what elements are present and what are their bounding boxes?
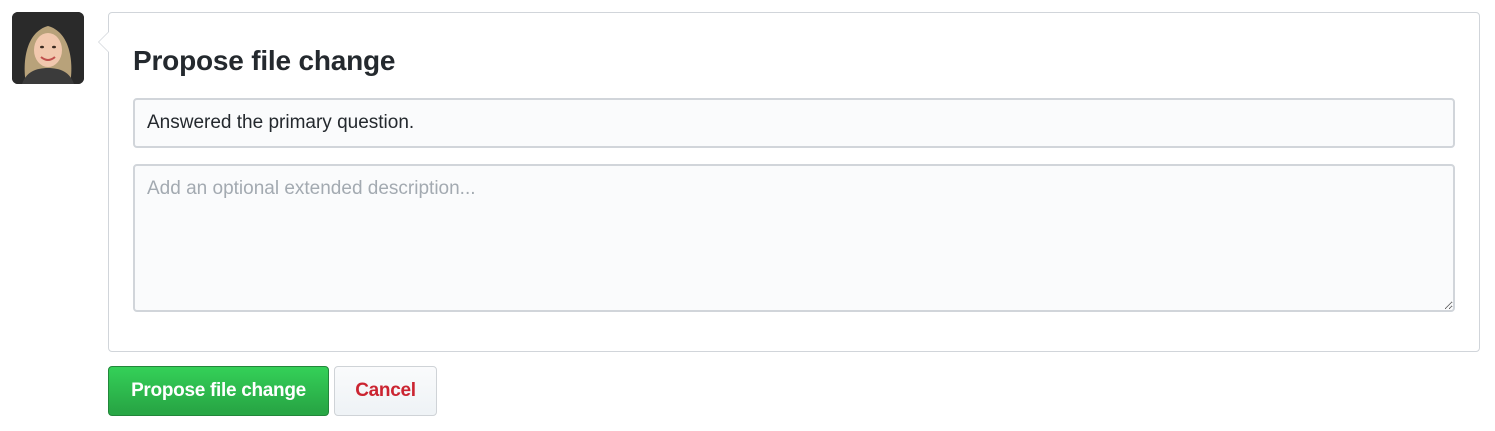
avatar[interactable] bbox=[12, 12, 84, 84]
page-title: Propose file change bbox=[133, 45, 396, 76]
propose-file-change-button[interactable]: Propose file change bbox=[108, 366, 329, 416]
commit-form-panel: Propose file change bbox=[98, 12, 1480, 352]
commit-description-textarea[interactable] bbox=[133, 164, 1455, 312]
cancel-button[interactable]: Cancel bbox=[334, 366, 437, 416]
user-avatar-icon bbox=[12, 12, 84, 84]
panel-caret-fill bbox=[99, 32, 109, 52]
commit-summary-input[interactable] bbox=[133, 98, 1455, 148]
